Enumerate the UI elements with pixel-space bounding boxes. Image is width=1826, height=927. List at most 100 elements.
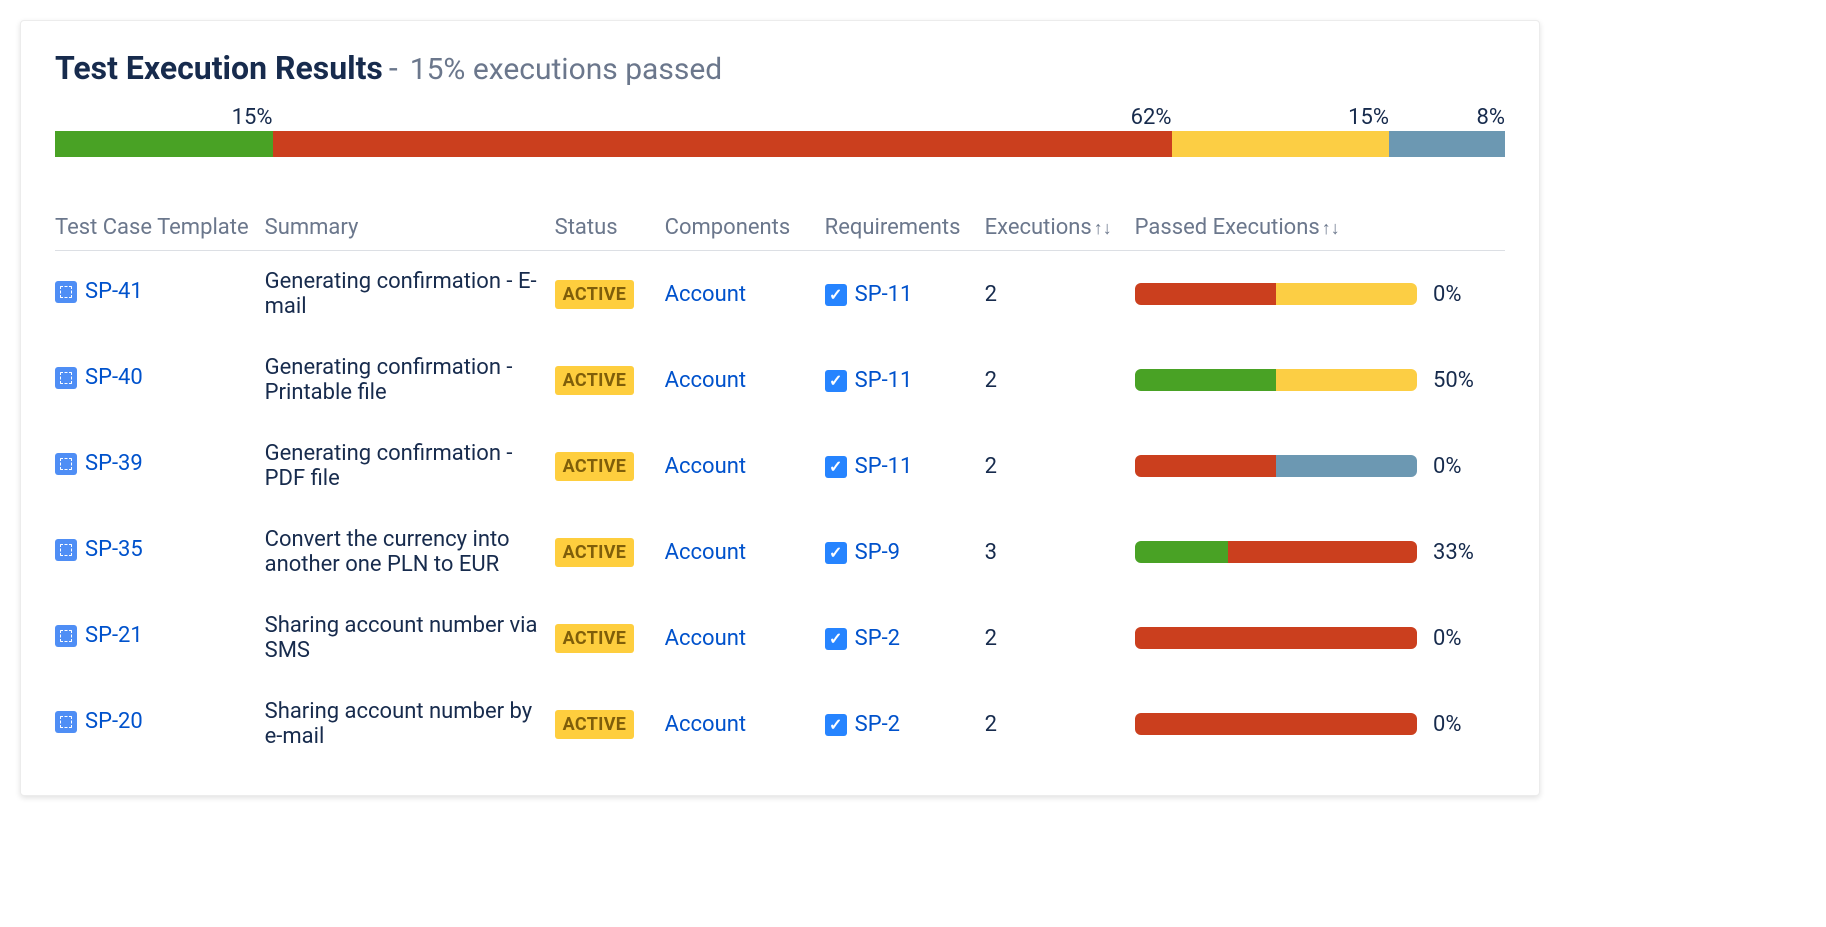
table-row: SP-41 Generating confirmation - E-mailACT… (55, 251, 1505, 338)
status-badge: ACTIVE (555, 538, 635, 567)
test-case-link[interactable]: SP-35 (55, 537, 143, 562)
bar-segment (1135, 455, 1276, 477)
col-header-status[interactable]: Status (555, 205, 665, 251)
summary-segment-label: 62% (1131, 105, 1172, 130)
summary-segment-label: 15% (232, 105, 273, 130)
passed-executions-pct: 50% (1433, 368, 1489, 393)
executions-cell: 2 (985, 595, 1135, 681)
col-header-components[interactable]: Components (665, 205, 825, 251)
col-header-executions[interactable]: Executions↑↓ (985, 205, 1135, 251)
bar-segment (1135, 541, 1228, 563)
requirement-key: SP-9 (855, 540, 900, 565)
requirement-key: SP-11 (855, 368, 913, 393)
requirement-link[interactable]: ✓ SP-11 (825, 368, 913, 393)
status-badge: ACTIVE (555, 280, 635, 309)
check-icon: ✓ (825, 456, 847, 478)
page-title: Test Execution Results (55, 49, 383, 87)
bar-segment (1276, 283, 1417, 305)
test-case-key: SP-20 (85, 709, 143, 734)
test-case-link[interactable]: SP-39 (55, 451, 143, 476)
bar-segment (1276, 369, 1417, 391)
passed-executions-bar (1135, 541, 1417, 563)
component-link[interactable]: Account (665, 282, 746, 307)
check-icon: ✓ (825, 542, 847, 564)
summary-cell: Generating confirmation - PDF file (265, 423, 555, 509)
requirement-key: SP-11 (855, 282, 913, 307)
requirement-link[interactable]: ✓ SP-11 (825, 282, 913, 307)
test-execution-results-card: Test Execution Results - 15% executions … (20, 20, 1540, 796)
summary-segment (55, 131, 273, 157)
status-badge: ACTIVE (555, 624, 635, 653)
requirement-link[interactable]: ✓ SP-2 (825, 626, 900, 651)
summary-cell: Sharing account number by e-mail (265, 681, 555, 767)
col-header-passed[interactable]: Passed Executions↑↓ (1135, 205, 1505, 251)
requirement-link[interactable]: ✓ SP-9 (825, 540, 900, 565)
summary-cell: Generating confirmation - E-mail (265, 251, 555, 338)
template-icon (55, 539, 77, 561)
bar-segment (1135, 369, 1276, 391)
test-case-link[interactable]: SP-21 (55, 623, 143, 648)
template-icon (55, 367, 77, 389)
col-header-summary[interactable]: Summary (265, 205, 555, 251)
requirement-key: SP-2 (855, 626, 900, 651)
table-row: SP-21 Sharing account number via SMSACTIV… (55, 595, 1505, 681)
summary-segment (1172, 131, 1390, 157)
executions-cell: 3 (985, 509, 1135, 595)
check-icon: ✓ (825, 370, 847, 392)
col-header-template[interactable]: Test Case Template (55, 205, 265, 251)
executions-cell: 2 (985, 423, 1135, 509)
page-subtitle: 15% executions passed (410, 52, 722, 87)
requirement-link[interactable]: ✓ SP-11 (825, 454, 913, 479)
test-case-key: SP-40 (85, 365, 143, 390)
passed-executions-cell: 0% (1135, 626, 1489, 651)
table-row: SP-39 Generating confirmation - PDF file A… (55, 423, 1505, 509)
check-icon: ✓ (825, 284, 847, 306)
executions-cell: 2 (985, 251, 1135, 338)
passed-executions-cell: 33% (1135, 540, 1489, 565)
template-icon (55, 281, 77, 303)
passed-executions-pct: 0% (1433, 712, 1489, 737)
col-header-template-label: Test Case Template (55, 215, 249, 240)
summary-cell: Sharing account number via SMS (265, 595, 555, 681)
col-header-requirements[interactable]: Requirements (825, 205, 985, 251)
component-link[interactable]: Account (665, 540, 746, 565)
summary-cell: Generating confirmation - Printable file (265, 337, 555, 423)
table-header-row: Test Case Template Summary Status Compon… (55, 205, 1505, 251)
test-case-key: SP-39 (85, 451, 143, 476)
summary-segment (273, 131, 1172, 157)
col-header-summary-label: Summary (265, 215, 359, 240)
test-case-link[interactable]: SP-41 (55, 279, 143, 304)
bar-segment (1135, 627, 1417, 649)
bar-segment (1276, 455, 1417, 477)
status-badge: ACTIVE (555, 710, 635, 739)
table-row: SP-35Convert the currency into another o… (55, 509, 1505, 595)
component-link[interactable]: Account (665, 712, 746, 737)
template-icon (55, 625, 77, 647)
summary-segment (1389, 131, 1505, 157)
component-link[interactable]: Account (665, 454, 746, 479)
check-icon: ✓ (825, 628, 847, 650)
template-icon (55, 711, 77, 733)
col-header-requirements-label: Requirements (825, 215, 961, 240)
component-link[interactable]: Account (665, 626, 746, 651)
sort-icon: ↑↓ (1094, 218, 1112, 239)
status-badge: ACTIVE (555, 366, 635, 395)
col-header-passed-label: Passed Executions (1135, 215, 1320, 240)
passed-executions-bar (1135, 627, 1417, 649)
test-case-link[interactable]: SP-40 (55, 365, 143, 390)
test-case-key: SP-41 (85, 279, 143, 304)
component-link[interactable]: Account (665, 368, 746, 393)
table-row: SP-20 Sharing account number by e-mailACT… (55, 681, 1505, 767)
bar-segment (1135, 283, 1276, 305)
passed-executions-cell: 0% (1135, 282, 1489, 307)
col-header-status-label: Status (555, 215, 618, 240)
passed-executions-bar (1135, 455, 1417, 477)
requirement-key: SP-11 (855, 454, 913, 479)
passed-executions-pct: 0% (1433, 454, 1489, 479)
test-case-link[interactable]: SP-20 (55, 709, 143, 734)
summary-chart-bar (55, 131, 1505, 157)
requirement-link[interactable]: ✓SP-2 (825, 712, 900, 737)
page-title-row: Test Execution Results - 15% executions … (55, 49, 1505, 87)
table-row: SP-40 Generating confirmation - Printable… (55, 337, 1505, 423)
bar-segment (1228, 541, 1417, 563)
